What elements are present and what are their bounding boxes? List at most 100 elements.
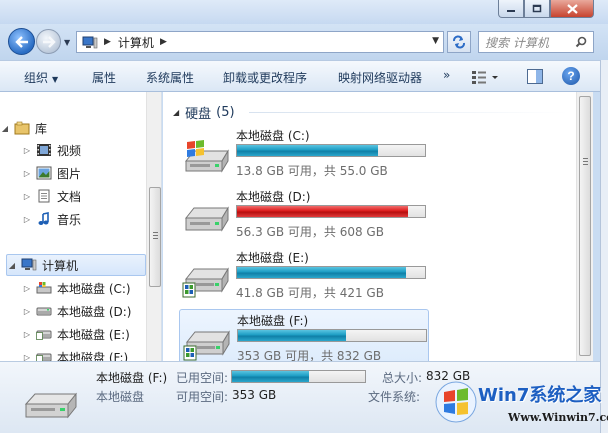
address-history-chevron-icon[interactable]: ▼ [432, 36, 439, 46]
sidebar-item-documents[interactable]: ▷ 文档 [0, 185, 146, 207]
drive-item-e[interactable]: 本地磁盘 (E:) 41.8 GB 可用，共 421 GB [179, 247, 431, 307]
details-drive-type: 本地磁盘 [96, 390, 145, 404]
drive-usage-bar [236, 205, 426, 218]
details-free-value: 353 GB [232, 388, 277, 402]
collapsed-arrow-icon[interactable]: ▷ [22, 353, 32, 362]
sidebar-item-label: 本地磁盘 (D:) [57, 304, 132, 319]
system-drive-icon [36, 281, 52, 296]
windows-logo-icon [435, 381, 477, 423]
sidebar-item-computer[interactable]: ◢ 计算机 [6, 254, 146, 276]
breadcrumb-separator-icon[interactable]: ▶ [160, 37, 167, 47]
drive-usage-bar [236, 144, 426, 157]
sidebar-item-label: 库 [35, 121, 48, 136]
collapsed-arrow-icon[interactable]: ▷ [22, 169, 32, 178]
watermark-title: Win7系统之家 [478, 385, 602, 406]
view-options-icon [472, 71, 498, 84]
search-icon[interactable] [575, 36, 587, 48]
details-total-label: 总大小: [382, 371, 423, 385]
close-button[interactable] [550, 0, 594, 18]
group-collapse-arrow-icon[interactable]: ◢ [173, 108, 179, 117]
sidebar-item-libraries[interactable]: ◢ 库 [0, 117, 146, 139]
library-icon [14, 121, 30, 136]
scrollbar-grip-icon [583, 158, 588, 165]
drive-usage-fill [237, 267, 407, 278]
properties-button[interactable]: 属性 [92, 69, 116, 86]
sidebar-item-drive-c[interactable]: ▷ 本地磁盘 (C:) [0, 277, 146, 299]
sidebar-item-drive-f[interactable]: ▷ 本地磁盘 (F:) [0, 346, 146, 361]
refresh-button[interactable] [447, 31, 471, 53]
documents-library-icon [36, 189, 52, 204]
navigation-pane: ◢ 库 ▷ 视频 ▷ 图片 ▷ 文档 ▷ 音乐 ◢ 计算机 ▷ 本地磁盘 (C:… [0, 92, 162, 361]
sidebar-item-label: 音乐 [57, 212, 82, 227]
organize-menu-button[interactable]: 组织 ▼ [24, 69, 58, 86]
expanded-arrow-icon[interactable]: ◢ [7, 261, 17, 270]
sidebar-item-music[interactable]: ▷ 音乐 [0, 208, 146, 230]
drive-item-d[interactable]: 本地磁盘 (D:) 56.3 GB 可用，共 608 GB [179, 186, 431, 246]
sidebar-item-videos[interactable]: ▷ 视频 [0, 139, 146, 161]
collapsed-arrow-icon[interactable]: ▷ [22, 284, 32, 293]
hard-drive-icon [184, 206, 229, 232]
navigation-pane-scrollbar[interactable] [146, 92, 161, 361]
collapsed-arrow-icon[interactable]: ▷ [22, 215, 32, 224]
group-count: (5) [216, 105, 235, 120]
search-box[interactable]: 搜索 计算机 [478, 31, 594, 53]
breadcrumb-separator-icon[interactable]: ▶ [104, 37, 111, 47]
minimize-button[interactable] [498, 0, 524, 18]
forward-button[interactable] [36, 29, 61, 54]
title-bar[interactable] [0, 0, 608, 24]
forward-arrow-icon [42, 35, 56, 48]
more-commands-button[interactable]: » [443, 68, 450, 82]
system-properties-button[interactable]: 系统属性 [146, 69, 194, 86]
sidebar-item-label: 图片 [57, 166, 82, 181]
back-button[interactable] [8, 28, 35, 55]
details-used-label: 已用空间: [176, 371, 229, 385]
drive-item-f[interactable]: 本地磁盘 (F:) 353 GB 可用，共 832 GB [179, 309, 429, 361]
sidebar-item-drive-d[interactable]: ▷ 本地磁盘 (D:) [0, 300, 146, 322]
scrollbar-thumb[interactable] [149, 187, 161, 287]
hard-drive-icon [36, 304, 52, 319]
scrollbar-grip-icon [153, 232, 158, 239]
collapsed-arrow-icon[interactable]: ▷ [22, 192, 32, 201]
drive-item-c[interactable]: 本地磁盘 (C:) 13.8 GB 可用，共 55.0 GB [179, 125, 431, 185]
hard-drive-icon [36, 350, 52, 361]
search-input[interactable]: 搜索 计算机 [485, 34, 549, 51]
close-icon [566, 3, 578, 14]
sidebar-item-drive-e[interactable]: ▷ 本地磁盘 (E:) [0, 323, 146, 345]
navigation-bar: ▼ ▶ 计算机 ▶ ▼ 搜索 计算机 [0, 24, 608, 60]
details-free-label: 可用空间: [176, 390, 229, 404]
map-network-drive-button[interactable]: 映射网络驱动器 [338, 69, 422, 86]
uninstall-program-button[interactable]: 卸载或更改程序 [223, 69, 307, 86]
change-view-button[interactable] [471, 69, 501, 85]
preview-pane-icon [527, 69, 543, 84]
drive-usage-fill [237, 145, 378, 156]
drive-usage-fill [238, 330, 347, 341]
sidebar-item-label: 本地磁盘 (C:) [57, 281, 131, 296]
maximize-button[interactable] [524, 0, 550, 18]
organize-label: 组织 [24, 71, 49, 85]
help-button[interactable]: ? [562, 67, 580, 85]
breadcrumb-computer[interactable]: 计算机 [118, 34, 154, 51]
minimize-icon [507, 9, 515, 12]
sidebar-item-label: 本地磁盘 (F:) [57, 350, 129, 362]
hard-drive-icon [36, 327, 52, 342]
collapsed-arrow-icon[interactable]: ▷ [22, 330, 32, 339]
preview-pane-button[interactable] [526, 68, 544, 85]
caption-buttons [498, 0, 594, 18]
details-drive-name: 本地磁盘 (F:) [96, 371, 168, 385]
recent-pages-dropdown[interactable]: ▼ [64, 38, 70, 47]
sidebar-item-label: 文档 [57, 189, 82, 204]
drive-capacity-text: 41.8 GB 可用，共 421 GB [236, 286, 384, 300]
content-pane-scrollbar[interactable] [576, 92, 593, 361]
drive-capacity-text: 56.3 GB 可用，共 608 GB [236, 225, 384, 239]
group-header-hard-drives[interactable]: ◢ 硬盘 (5) [173, 103, 235, 122]
sidebar-item-pictures[interactable]: ▷ 图片 [0, 162, 146, 184]
address-bar[interactable]: ▶ 计算机 ▶ ▼ [76, 31, 444, 53]
collapsed-arrow-icon[interactable]: ▷ [22, 146, 32, 155]
command-bar: 组织 ▼ 属性 系统属性 卸载或更改程序 映射网络驱动器 » ? [0, 60, 600, 92]
expanded-arrow-icon[interactable]: ◢ [0, 124, 10, 133]
drive-capacity-text: 13.8 GB 可用，共 55.0 GB [236, 164, 388, 178]
scrollbar-thumb[interactable] [579, 96, 591, 356]
sidebar-item-label: 本地磁盘 (E:) [57, 327, 130, 342]
video-library-icon [36, 143, 52, 158]
collapsed-arrow-icon[interactable]: ▷ [22, 307, 32, 316]
